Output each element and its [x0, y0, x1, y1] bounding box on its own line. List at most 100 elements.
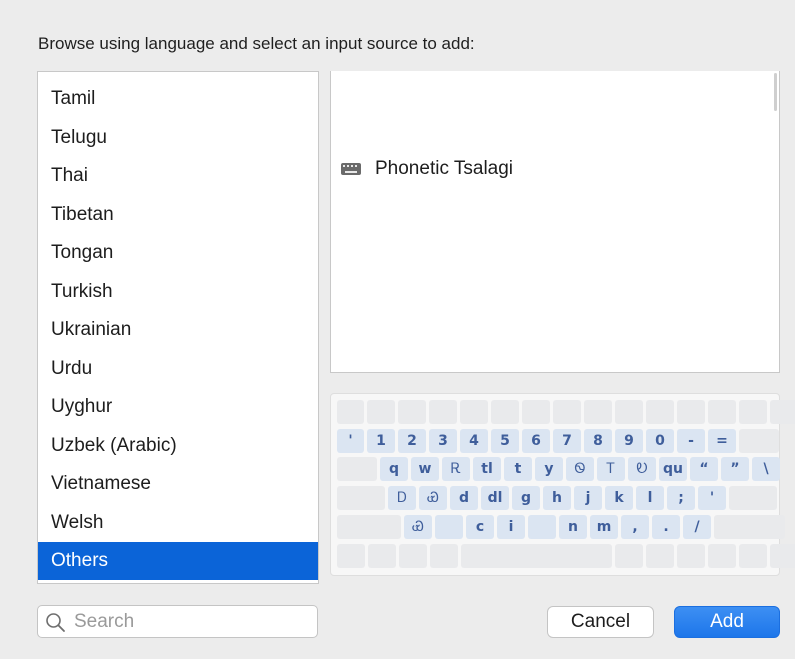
- keyboard-key: /: [683, 515, 711, 539]
- keyboard-key: 8: [584, 429, 612, 453]
- keyboard-key-blank: [739, 400, 767, 424]
- keyboard-key: q: [380, 457, 408, 481]
- language-item[interactable]: Others: [38, 542, 318, 580]
- keyboard-key-blank: [770, 400, 795, 424]
- search-icon: [46, 613, 65, 632]
- language-item[interactable]: Turkish: [38, 273, 318, 311]
- add-button[interactable]: Add: [674, 606, 780, 638]
- keyboard-key: ': [698, 486, 726, 510]
- keyboard-key-blank: [677, 544, 705, 568]
- language-item[interactable]: Tongan: [38, 234, 318, 272]
- keyboard-key-blank: [522, 400, 550, 424]
- keyboard-key: 3: [429, 429, 457, 453]
- language-item[interactable]: Vietnamese: [38, 465, 318, 503]
- keyboard-key: [528, 515, 556, 539]
- keyboard-key-blank: [430, 544, 458, 568]
- keyboard-key: i: [497, 515, 525, 539]
- keyboard-key-blank: [398, 400, 426, 424]
- language-item[interactable]: Welsh: [38, 504, 318, 542]
- keyboard-key-blank: [646, 400, 674, 424]
- language-item[interactable]: Telugu: [38, 119, 318, 157]
- keyboard-key-blank: [368, 544, 396, 568]
- keyboard-key: Ꮿ: [419, 486, 447, 510]
- keyboard-key: qu: [659, 457, 687, 481]
- keyboard-key: n: [559, 515, 587, 539]
- language-item[interactable]: Ukrainian: [38, 311, 318, 349]
- keyboard-key-blank: [770, 544, 795, 568]
- keyboard-key: “: [690, 457, 718, 481]
- keyboard-key: c: [466, 515, 494, 539]
- scrollbar-thumb[interactable]: [774, 73, 777, 111]
- language-list[interactable]: Tamil Telugu Thai Tibetan Tongan Turkish Ukrai…: [37, 71, 319, 584]
- dialog-prompt: Browse using language and select an inpu…: [38, 34, 475, 53]
- keyboard-key-blank: [337, 544, 365, 568]
- keyboard-key-blank: [337, 515, 401, 539]
- keyboard-key: Ꮻ: [566, 457, 594, 481]
- keyboard-key-blank: [708, 544, 736, 568]
- language-item[interactable]: Urdu: [38, 350, 318, 388]
- keyboard-key: tl: [473, 457, 501, 481]
- language-item[interactable]: Tibetan: [38, 196, 318, 234]
- search-field[interactable]: [37, 605, 318, 638]
- keyboard-key: k: [605, 486, 633, 510]
- keyboard-key: g: [512, 486, 540, 510]
- input-source-list[interactable]: Phonetic Tsalagi: [330, 71, 780, 373]
- keyboard-key: =: [708, 429, 736, 453]
- language-item[interactable]: Uyghur: [38, 388, 318, 426]
- language-item[interactable]: Thai: [38, 157, 318, 195]
- keyboard-key: w: [411, 457, 439, 481]
- search-input[interactable]: [74, 606, 312, 637]
- keyboard-key: 9: [615, 429, 643, 453]
- keyboard-key: h: [543, 486, 571, 510]
- keyboard-key: ;: [667, 486, 695, 510]
- keyboard-key-blank: [615, 400, 643, 424]
- keyboard-key: d: [450, 486, 478, 510]
- input-source-label: Phonetic Tsalagi: [375, 158, 514, 179]
- keyboard-preview: ' 1 2 3 4 5 6 7 8 9 0- = q w Ꭱtl t y Ꮻ Ꭲ Ꭷqu “” \ Ꭰ Ꮿd dl g h j k l; '…: [330, 393, 795, 576]
- keyboard-key-blank: [337, 486, 385, 510]
- keyboard-key-blank: [461, 544, 612, 568]
- keyboard-key: [435, 515, 463, 539]
- keyboard-key-blank: [460, 400, 488, 424]
- keyboard-key: l: [636, 486, 664, 510]
- keyboard-key-blank: [677, 400, 705, 424]
- keyboard-key-blank: [337, 400, 364, 424]
- keyboard-key: 0: [646, 429, 674, 453]
- keyboard-key: Ꭲ: [597, 457, 625, 481]
- keyboard-key: ': [337, 429, 364, 453]
- keyboard-key-blank: [708, 400, 736, 424]
- keyboard-key-blank: [367, 400, 395, 424]
- keyboard-key: \: [752, 457, 780, 481]
- keyboard-key-blank: [337, 457, 377, 481]
- keyboard-key-blank: [584, 400, 612, 424]
- keyboard-key-blank: [429, 400, 457, 424]
- keyboard-key-blank: [729, 486, 777, 510]
- keyboard-key-blank: [739, 544, 767, 568]
- keyboard-key-blank: [399, 544, 427, 568]
- keyboard-key: Ꭰ: [388, 486, 416, 510]
- keyboard-key: ”: [721, 457, 749, 481]
- keyboard-key: 4: [460, 429, 488, 453]
- keyboard-key: 2: [398, 429, 426, 453]
- keyboard-key: 7: [553, 429, 581, 453]
- keyboard-key-blank: [646, 544, 674, 568]
- keyboard-key: m: [590, 515, 618, 539]
- language-item[interactable]: Tamil: [38, 80, 318, 118]
- keyboard-key-blank: [491, 400, 519, 424]
- input-source-item[interactable]: Phonetic Tsalagi: [341, 155, 513, 183]
- keyboard-key: t: [504, 457, 532, 481]
- keyboard-key: 1: [367, 429, 395, 453]
- keyboard-key: y: [535, 457, 563, 481]
- keyboard-key: dl: [481, 486, 509, 510]
- keyboard-key: Ꭷ: [628, 457, 656, 481]
- cancel-button[interactable]: Cancel: [547, 606, 654, 638]
- keyboard-key-blank: [553, 400, 581, 424]
- keyboard-key: Ꭱ: [442, 457, 470, 481]
- keyboard-key-blank: [739, 429, 779, 453]
- language-item[interactable]: Uzbek (Arabic): [38, 427, 318, 465]
- keyboard-key: Ꮿ: [404, 515, 432, 539]
- keyboard-key-blank: [615, 544, 643, 568]
- keyboard-icon: [341, 163, 361, 175]
- keyboard-key: .: [652, 515, 680, 539]
- keyboard-key: -: [677, 429, 705, 453]
